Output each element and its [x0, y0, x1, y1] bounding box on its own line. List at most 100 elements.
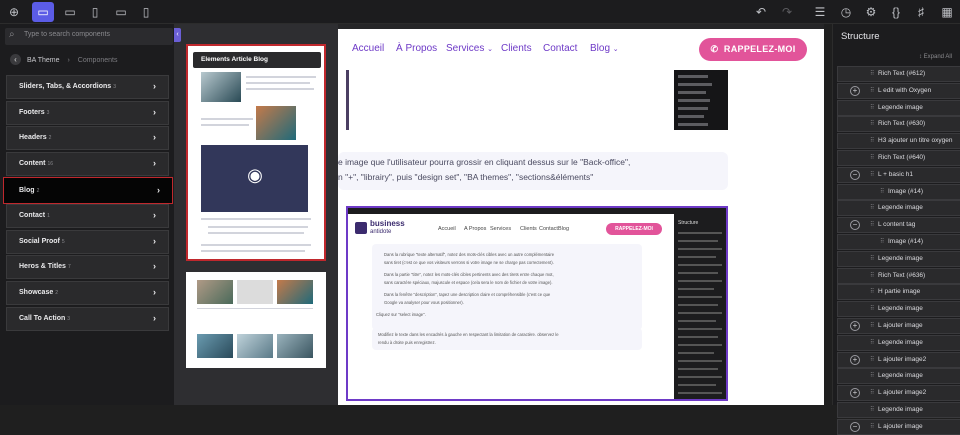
- drag-handle-icon[interactable]: ⠿: [870, 67, 876, 81]
- desktop-icon[interactable]: ▭: [32, 2, 54, 22]
- thumbnail: [277, 280, 313, 304]
- structure-row[interactable]: − ⠿ L + basic h1: [837, 166, 960, 183]
- chevron-down-icon: ⌄: [487, 46, 494, 53]
- structure-row[interactable]: ⠿ Legende image: [837, 301, 960, 318]
- component-card-blog-grid[interactable]: [186, 272, 326, 368]
- mobile-icon[interactable]: ▯: [137, 3, 155, 21]
- drag-handle-icon[interactable]: ⠿: [870, 369, 876, 383]
- collapse-gallery-tab[interactable]: ‹: [174, 28, 181, 42]
- structure-row[interactable]: ⠿ Legende image: [837, 368, 960, 385]
- drag-handle-icon[interactable]: ⠿: [870, 151, 876, 165]
- drag-handle-icon[interactable]: ⠿: [870, 420, 876, 434]
- drag-handle-icon[interactable]: ⠿: [870, 168, 876, 182]
- structure-row-label: Legende image: [878, 254, 923, 262]
- drag-handle-icon[interactable]: ⠿: [870, 403, 876, 417]
- site-nav-blog[interactable]: Blog ⌄: [590, 43, 619, 54]
- drag-handle-icon[interactable]: ⠿: [880, 235, 886, 249]
- category-label: Showcase: [19, 289, 54, 296]
- css-icon[interactable]: ♯: [912, 3, 930, 21]
- drag-handle-icon[interactable]: ⠿: [870, 252, 876, 266]
- settings-icon[interactable]: ⚙: [862, 3, 880, 21]
- structure-row[interactable]: ⠿ Image (#14): [837, 234, 960, 250]
- tablet-icon[interactable]: ▯: [86, 3, 104, 21]
- structure-row[interactable]: − ⠿ L ajouter image: [837, 418, 960, 435]
- site-nav-accueil[interactable]: Accueil: [352, 43, 384, 54]
- add-icon[interactable]: ⊕: [5, 3, 23, 21]
- structure-row[interactable]: ⠿ Image (#14): [837, 183, 960, 200]
- drag-handle-icon[interactable]: ⠿: [870, 319, 876, 333]
- drag-handle-icon[interactable]: ⠿: [870, 336, 876, 350]
- category-contact[interactable]: Contact 1 ›: [6, 204, 169, 228]
- structure-row[interactable]: ⠿ Legende image: [837, 250, 960, 267]
- category-showcase[interactable]: Showcase 2 ›: [6, 281, 169, 305]
- structure-row[interactable]: + ⠿ L ajouter image2: [837, 385, 960, 402]
- drag-handle-icon[interactable]: ⠿: [870, 386, 876, 400]
- category-call-to-action[interactable]: Call To Action 3 ›: [6, 307, 169, 331]
- eye-icon[interactable]: ◉: [245, 165, 265, 185]
- structure-row[interactable]: ⠿ H partie image: [837, 284, 960, 301]
- laptop-icon[interactable]: ▭: [61, 3, 79, 21]
- site-nav-services[interactable]: Services ⌄: [446, 43, 493, 54]
- breadcrumb-current[interactable]: BA Theme: [27, 57, 60, 64]
- category-sliders[interactable]: Sliders, Tabs, & Accordions 3 ›: [6, 75, 169, 99]
- expand-icon[interactable]: +: [850, 85, 860, 96]
- structure-row[interactable]: ⠿ Legende image: [837, 402, 960, 418]
- site-nav-clients[interactable]: Clients: [501, 43, 532, 54]
- category-content[interactable]: Content 16 ›: [6, 152, 169, 176]
- call-me-button[interactable]: ✆ RAPPELEZ-MOI: [699, 38, 807, 61]
- phone-icon: ✆: [710, 44, 719, 54]
- drag-handle-icon[interactable]: ⠿: [870, 134, 876, 148]
- structure-row-label: H partie image: [878, 288, 921, 296]
- collapse-icon[interactable]: −: [850, 220, 860, 231]
- drag-handle-icon[interactable]: ⠿: [870, 117, 876, 131]
- structure-row[interactable]: + ⠿ L ajouter image2: [837, 351, 960, 368]
- expand-icon[interactable]: +: [850, 354, 860, 365]
- category-heros-titles[interactable]: Heros & Titles 7 ›: [6, 255, 169, 279]
- grid-icon[interactable]: ▦: [938, 3, 956, 21]
- drag-handle-icon[interactable]: ⠿: [870, 101, 876, 115]
- category-social-proof[interactable]: Social Proof 5 ›: [6, 230, 169, 254]
- drag-handle-icon[interactable]: ⠿: [870, 218, 876, 232]
- site-nav-contact[interactable]: Contact: [543, 43, 577, 54]
- structure-row[interactable]: ⠿ Rich Text (#636): [837, 267, 960, 284]
- component-search[interactable]: ⌕ Type to search components: [5, 28, 173, 45]
- drag-handle-icon[interactable]: ⠿: [870, 201, 876, 215]
- category-blog[interactable]: Blog 2 ›: [3, 177, 173, 204]
- structure-row[interactable]: ⠿ Rich Text (#640): [837, 150, 960, 166]
- redo-icon[interactable]: ↷: [778, 3, 796, 21]
- structure-row[interactable]: + ⠿ L edit with Oxygen: [837, 82, 960, 99]
- structure-row[interactable]: ⠿ Rich Text (#630): [837, 116, 960, 133]
- drag-handle-icon[interactable]: ⠿: [870, 84, 876, 98]
- category-footers[interactable]: Footers 3 ›: [6, 101, 169, 125]
- structure-row-label: L ajouter image2: [878, 355, 927, 363]
- drag-handle-icon[interactable]: ⠿: [870, 353, 876, 367]
- collapse-icon[interactable]: −: [850, 421, 860, 432]
- layers-icon[interactable]: ☰: [811, 3, 829, 21]
- structure-row[interactable]: ⠿ H3 ajouter un titre oxygen: [837, 133, 960, 150]
- embedded-bullet-1b: sans tiret (c'est ce que vos visiteurs v…: [384, 260, 554, 265]
- expand-icon[interactable]: +: [850, 321, 860, 331]
- expand-icon[interactable]: +: [850, 388, 860, 399]
- category-headers[interactable]: Headers 2 ›: [6, 126, 169, 150]
- code-icon[interactable]: {}: [887, 3, 905, 21]
- drag-handle-icon[interactable]: ⠿: [870, 302, 876, 316]
- structure-row-label: Legende image: [878, 103, 923, 111]
- undo-icon[interactable]: ↶: [752, 3, 770, 21]
- structure-row[interactable]: ⠿ Legende image: [837, 334, 960, 351]
- component-card-article-blog[interactable]: Elements Article Blog ◉: [186, 44, 326, 261]
- history-icon[interactable]: ◷: [837, 3, 855, 21]
- structure-row[interactable]: ⠿ Rich Text (#612): [837, 66, 960, 82]
- drag-handle-icon[interactable]: ⠿: [870, 285, 876, 299]
- site-nav-a-propos[interactable]: À Propos: [396, 43, 437, 54]
- collapse-icon[interactable]: −: [850, 169, 860, 180]
- expand-all-button[interactable]: ↕ Expand All: [919, 54, 952, 60]
- tablet-landscape-icon[interactable]: ▭: [112, 3, 130, 21]
- structure-row[interactable]: − ⠿ L content tag: [837, 217, 960, 234]
- back-arrow-icon[interactable]: ‹: [10, 54, 21, 65]
- embedded-nav-2: A Propos: [464, 226, 487, 232]
- structure-row[interactable]: ⠿ Legende image: [837, 200, 960, 217]
- drag-handle-icon[interactable]: ⠿: [870, 269, 876, 283]
- structure-row[interactable]: + ⠿ L ajouter image: [837, 318, 960, 334]
- drag-handle-icon[interactable]: ⠿: [880, 185, 886, 199]
- structure-row[interactable]: ⠿ Legende image: [837, 99, 960, 116]
